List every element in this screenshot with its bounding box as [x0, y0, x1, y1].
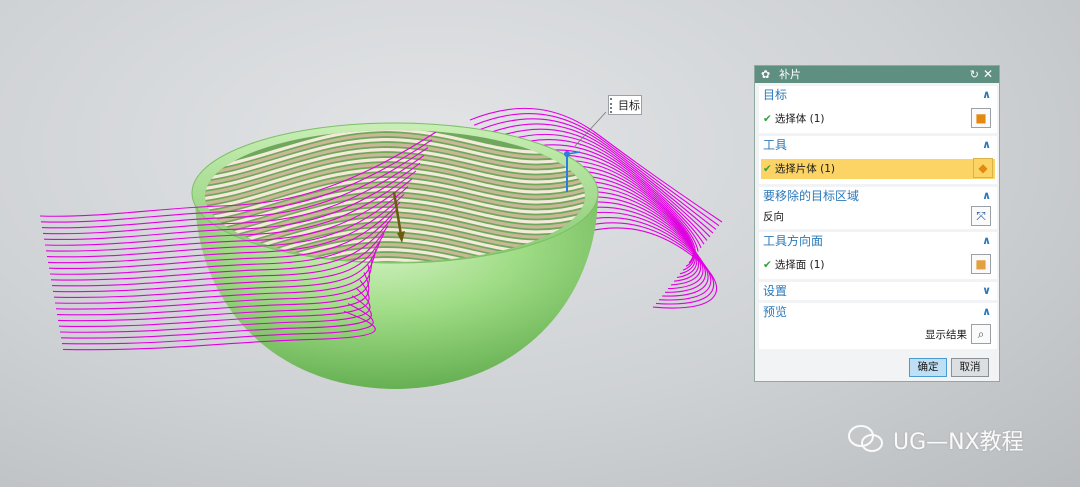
section-header-tool-direction[interactable]: 工具方向面 ∧ — [759, 232, 997, 250]
gear-icon[interactable]: ✿ — [761, 66, 770, 83]
show-result-label: 显示结果 — [925, 329, 967, 341]
reverse-row: 反向 ⤧ — [763, 206, 993, 227]
section-target: 目标 ∧ ✔ 选择体 (1) ■ — [759, 86, 997, 133]
chevron-up-icon[interactable]: ∧ — [982, 187, 991, 205]
select-face-row[interactable]: ✔ 选择面 (1) ■ — [763, 254, 993, 275]
section-header-settings[interactable]: 设置 ∨ — [759, 282, 997, 300]
close-icon[interactable]: ✕ — [983, 66, 993, 83]
cancel-button[interactable]: 取消 — [951, 358, 989, 377]
target-label-tag: 目标 — [608, 95, 642, 115]
sheet-body-icon[interactable]: ◆ — [973, 158, 993, 178]
solid-body-icon[interactable]: ■ — [971, 108, 991, 128]
reverse-direction-icon[interactable]: ⤧ — [971, 206, 991, 226]
check-icon: ✔ — [763, 163, 772, 175]
watermark-text: UG—NX教程 — [893, 430, 1024, 455]
chevron-up-icon[interactable]: ∧ — [982, 232, 991, 250]
select-sheet-row[interactable]: ✔ 选择片体 (1) ◆ — [761, 158, 995, 179]
section-header-tool[interactable]: 工具 ∧ — [759, 136, 997, 154]
reset-icon[interactable]: ↻ — [970, 66, 979, 83]
chevron-up-icon[interactable]: ∧ — [982, 136, 991, 154]
dialog-titlebar: ✿ 补片 ↻ ✕ — [755, 66, 999, 83]
patch-dialog: ✿ 补片 ↻ ✕ 目标 ∧ ✔ 选择体 (1) ■ 工具 ∧ ✔ 选择片体 (1) ◆ … — [754, 65, 1000, 382]
section-preview: 预览 ∧ 显示结果 ⌕ — [759, 303, 997, 349]
face-icon[interactable]: ■ — [971, 254, 991, 274]
chevron-down-icon[interactable]: ∨ — [982, 282, 991, 300]
check-icon: ✔ — [763, 259, 772, 271]
magnifier-icon[interactable]: ⌕ — [971, 324, 991, 344]
section-header-remove-region[interactable]: 要移除的目标区域 ∧ — [759, 187, 997, 205]
ok-button[interactable]: 确定 — [909, 358, 947, 377]
wechat-icon — [848, 425, 883, 452]
section-tool-direction: 工具方向面 ∧ ✔ 选择面 (1) ■ — [759, 232, 997, 279]
section-header-preview[interactable]: 预览 ∧ — [759, 303, 997, 321]
handle-point[interactable] — [564, 151, 570, 157]
section-header-target[interactable]: 目标 ∧ — [759, 86, 997, 104]
select-body-row[interactable]: ✔ 选择体 (1) ■ — [763, 108, 993, 129]
dialog-title: 补片 — [779, 68, 801, 81]
section-remove-region: 要移除的目标区域 ∧ 反向 ⤧ — [759, 187, 997, 229]
chevron-up-icon[interactable]: ∧ — [982, 86, 991, 104]
show-result-row: 显示结果 ⌕ — [763, 324, 993, 345]
check-icon: ✔ — [763, 113, 772, 125]
section-settings: 设置 ∨ — [759, 282, 997, 300]
chevron-up-icon[interactable]: ∧ — [982, 303, 991, 321]
section-tool: 工具 ∧ ✔ 选择片体 (1) ◆ — [759, 136, 997, 184]
